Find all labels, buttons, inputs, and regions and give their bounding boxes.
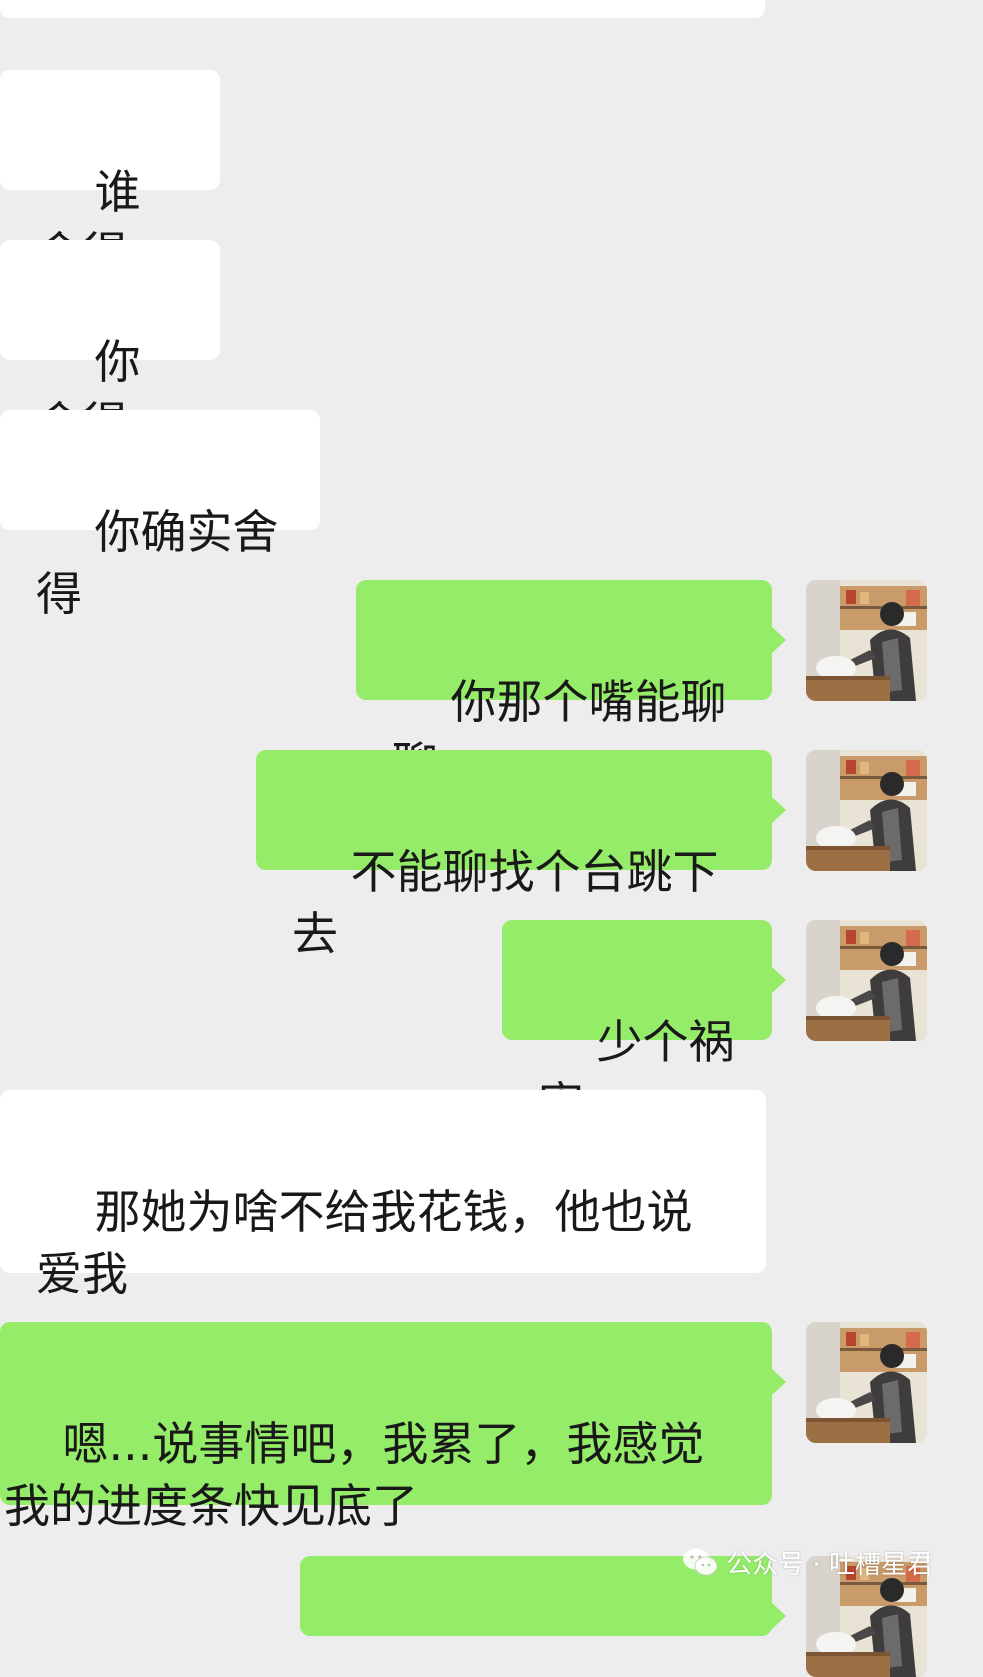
message-bubble-incoming[interactable]: 你舍得: [0, 240, 220, 451]
avatar[interactable]: [806, 1322, 927, 1443]
message-bubble-outgoing[interactable]: 不能聊找个台跳下去: [256, 750, 786, 961]
avatar[interactable]: [806, 920, 927, 1041]
message-text: 你确实舍得: [36, 505, 279, 621]
top-cut-bubble: [0, 0, 765, 18]
message-bubble-outgoing[interactable]: 嗯...说事情吧，我累了，我感觉我的进度条快见底了: [0, 1322, 786, 1533]
watermark-text: 公众号 · 吐槽星君: [726, 1549, 933, 1580]
message-text: 嗯...说事情吧，我累了，我感觉我的进度条快见底了: [4, 1417, 705, 1533]
watermark: 公众号 · 吐槽星君: [682, 1542, 933, 1582]
message-bubble-outgoing[interactable]: 少个祸害: [502, 920, 786, 1131]
message-bubble-incoming[interactable]: 那她为啥不给我花钱，他也说爱我: [0, 1090, 766, 1301]
message-bubble-incoming[interactable]: 谁舍得: [0, 70, 220, 281]
message-bubble-outgoing[interactable]: 你那个嘴能聊聊: [356, 580, 786, 791]
message-text: 那她为啥不给我花钱，他也说爱我: [36, 1185, 693, 1301]
avatar[interactable]: [806, 750, 927, 871]
avatar[interactable]: [806, 580, 927, 701]
message-bubble-incoming[interactable]: 你确实舍得: [0, 410, 320, 621]
wechat-icon: [683, 1548, 718, 1576]
